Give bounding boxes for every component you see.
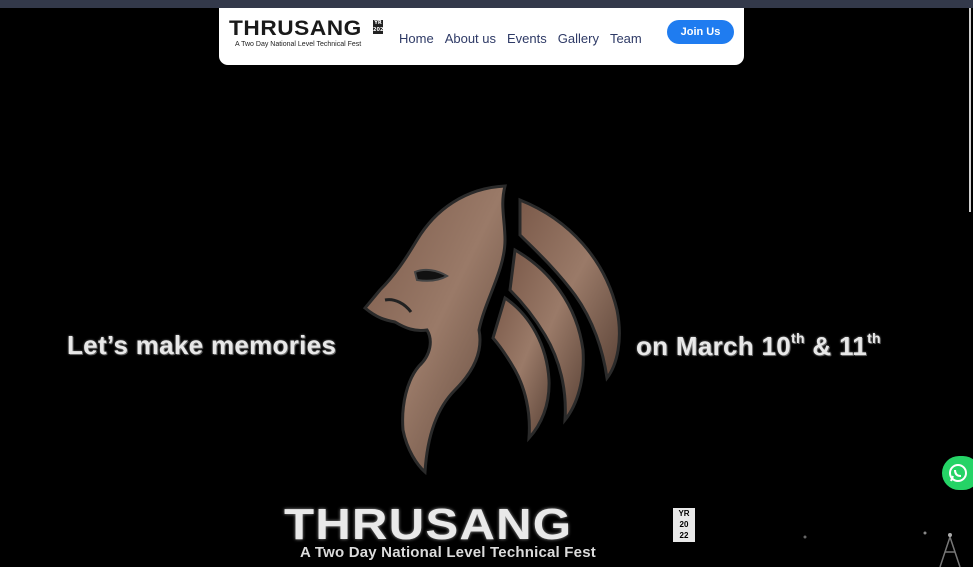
date-sup-1: th [791,330,805,346]
year-badge: YR 20 22 [673,508,695,542]
decorative-figure [803,531,961,567]
navbar: THRUSANG YR 2022 A Two Day National Leve… [219,8,744,65]
join-us-button[interactable]: Join Us [667,20,734,44]
nav-link-home[interactable]: Home [399,31,434,46]
date-prefix: on March 10 [636,331,792,361]
scrollbar[interactable] [969,8,971,212]
nav-link-team[interactable]: Team [610,31,642,46]
logo-subtitle: A Two Day National Level Technical Fest [235,41,362,48]
year-badge-yr: YR [678,509,690,518]
year-badge-22: 22 [679,531,689,540]
top-strip [0,0,973,8]
nav-link-events[interactable]: Events [507,31,547,46]
date-mid: & 11 [804,331,868,361]
logo-badge: YR 2022 [373,20,387,34]
hero-tagline-right: on March 10th & 11th [636,330,881,362]
whatsapp-icon [949,464,967,482]
hero-subtitle: A Two Day National Level Technical Fest [300,544,596,561]
date-sup-2: th [867,330,881,346]
hero-title: THRUSANG [284,500,573,549]
nav-link-about[interactable]: About us [445,31,496,46]
nav-link-gallery[interactable]: Gallery [558,31,599,46]
lion-head-icon [362,184,621,475]
logo[interactable]: THRUSANG YR 2022 A Two Day National Leve… [229,17,387,49]
whatsapp-button[interactable] [942,456,973,490]
hero-tagline-left: Let’s make memories [67,330,337,360]
nav-links: Home About us Events Gallery Team [399,31,642,46]
logo-text: THRUSANG [229,17,362,40]
year-badge-20: 20 [679,520,689,529]
